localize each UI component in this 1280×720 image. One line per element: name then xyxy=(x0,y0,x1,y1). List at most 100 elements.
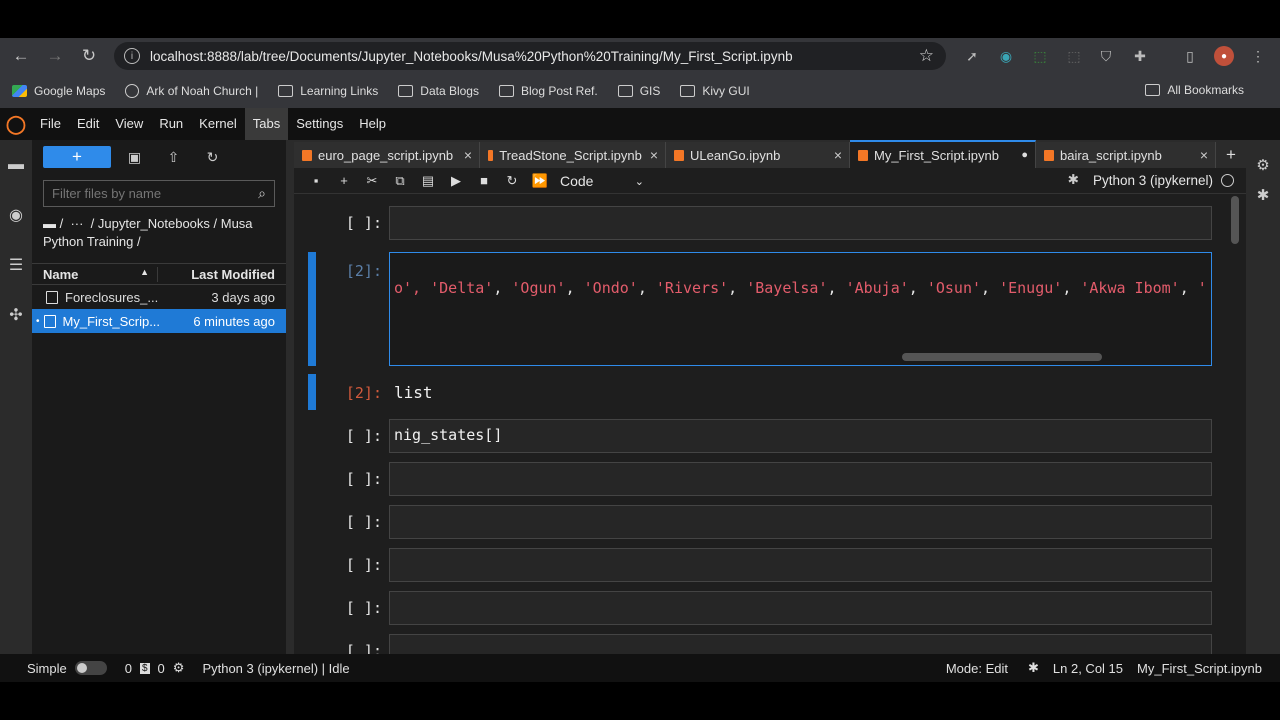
cell-editor[interactable] xyxy=(389,206,1212,240)
tab-my-first-script[interactable]: My_First_Script.ipynb ● xyxy=(850,140,1036,168)
cursor-icon[interactable]: ➚ xyxy=(962,46,982,66)
paste-icon[interactable]: ▤ xyxy=(414,173,442,189)
bookmark-learning-links[interactable]: Learning Links xyxy=(278,84,378,98)
extension-frame-icon[interactable]: ⬚ xyxy=(1030,46,1050,66)
tab-treadstone-script[interactable]: TreadStone_Script.ipynb × xyxy=(480,142,666,168)
refresh-icon[interactable]: ↻ xyxy=(193,149,232,166)
cell-editor[interactable] xyxy=(389,505,1212,539)
cursor-position[interactable]: Ln 2, Col 15 xyxy=(1053,661,1123,676)
new-tab-button[interactable]: + xyxy=(1216,142,1246,168)
extension-globe-icon[interactable]: ◉ xyxy=(996,46,1016,66)
bookmark-data-blogs[interactable]: Data Blogs xyxy=(398,84,479,98)
menu-help[interactable]: Help xyxy=(351,108,394,140)
fast-forward-icon[interactable]: ⏩ xyxy=(526,173,554,189)
breadcrumb[interactable]: ▬ / ··· / Jupyter_Notebooks / Musa Pytho… xyxy=(43,215,275,253)
menu-kernel[interactable]: Kernel xyxy=(191,108,245,140)
bookmark-blog-post-ref[interactable]: Blog Post Ref. xyxy=(498,84,598,98)
back-button[interactable]: ← xyxy=(4,39,38,73)
info-icon[interactable]: i xyxy=(124,48,140,64)
extension-grid-icon[interactable]: ⬚ xyxy=(1064,46,1084,66)
close-icon[interactable]: × xyxy=(650,147,658,163)
close-icon[interactable]: × xyxy=(834,147,842,163)
menu-edit[interactable]: Edit xyxy=(69,108,107,140)
scrollbar-thumb[interactable] xyxy=(1231,196,1239,244)
unsaved-dot-icon[interactable]: ● xyxy=(1021,149,1028,161)
code-cell[interactable]: [ ]: xyxy=(308,462,1212,496)
new-folder-icon[interactable]: ▣ xyxy=(115,149,154,166)
cell-editor[interactable] xyxy=(389,548,1212,582)
menu-tabs[interactable]: Tabs xyxy=(244,108,289,140)
code-cell[interactable]: [ ]: xyxy=(308,505,1212,539)
simple-mode-toggle[interactable] xyxy=(74,661,107,675)
menu-settings[interactable]: Settings xyxy=(288,108,351,140)
cell-editor[interactable] xyxy=(389,462,1212,496)
menu-run[interactable]: Run xyxy=(151,108,191,140)
forward-button[interactable]: → xyxy=(38,39,72,73)
sidepanel-icon[interactable]: ▯ xyxy=(1180,46,1200,66)
menu-view[interactable]: View xyxy=(107,108,151,140)
close-icon[interactable]: × xyxy=(1200,147,1208,163)
debugger-icon[interactable]: ✱ xyxy=(1246,187,1280,204)
address-bar[interactable]: i localhost:8888/lab/tree/Documents/Jupy… xyxy=(114,42,946,70)
tab-euro-page-script[interactable]: euro_page_script.ipynb × xyxy=(294,142,480,168)
restart-icon[interactable]: ↻ xyxy=(498,173,526,189)
bookmark-star-icon[interactable]: ☆ xyxy=(919,46,934,66)
cell-editor[interactable] xyxy=(389,634,1212,654)
add-cell-icon[interactable]: + xyxy=(330,173,358,188)
all-bookmarks[interactable]: All Bookmarks xyxy=(1145,83,1244,97)
menu-kebab-icon[interactable]: ⋮ xyxy=(1248,46,1268,66)
bookmark-ark-of-noah[interactable]: Ark of Noah Church | xyxy=(125,84,258,98)
puzzle-icon[interactable]: ✚ xyxy=(1130,46,1150,66)
folder-icon xyxy=(617,85,633,97)
copy-icon[interactable]: ⧉ xyxy=(386,173,414,189)
reload-button[interactable]: ↻ xyxy=(72,39,106,73)
kernel-gear-icon[interactable]: ⚙ xyxy=(173,660,185,676)
code-cell[interactable]: [ ]: nig_states[] xyxy=(308,419,1212,453)
avatar[interactable]: ● xyxy=(1214,46,1234,66)
file-filter-input[interactable] xyxy=(52,186,259,201)
cell-editor[interactable]: nig_states[] xyxy=(389,419,1212,453)
menu-file[interactable]: File xyxy=(32,108,69,140)
cell-type-select[interactable]: Code ⌄ xyxy=(560,173,644,189)
shield-icon[interactable]: ⛉ xyxy=(1096,46,1116,66)
bookmark-kivy-gui[interactable]: Kivy GUI xyxy=(680,84,750,98)
run-icon[interactable]: ▶ xyxy=(442,173,470,189)
stop-icon[interactable]: ■ xyxy=(470,173,498,188)
file-filter[interactable]: ⌕ xyxy=(43,180,275,207)
code-cell-selected[interactable]: [2]: o', 'Delta', 'Ogun', 'Ondo', 'River… xyxy=(308,252,1212,366)
tab-baira-script[interactable]: baira_script.ipynb × xyxy=(1036,142,1216,168)
running-icon[interactable]: ◉ xyxy=(0,190,32,240)
property-inspector-icon[interactable]: ⚙ xyxy=(1246,140,1280,190)
vertical-scrollbar[interactable] xyxy=(1230,196,1240,636)
file-row[interactable]: Foreclosures_... 3 days ago xyxy=(32,285,286,309)
panel-splitter[interactable] xyxy=(286,140,294,654)
extensions-icon[interactable]: ✣ xyxy=(0,290,32,340)
terminal-icon[interactable]: $ xyxy=(139,662,150,674)
cell-editor[interactable]: o', 'Delta', 'Ogun', 'Ondo', 'Rivers', '… xyxy=(389,252,1212,366)
column-last-modified[interactable]: Last Modified xyxy=(158,267,286,282)
folder-icon[interactable]: ▬ xyxy=(0,140,32,190)
tab-uleango[interactable]: ULeanGo.ipynb × xyxy=(666,142,850,168)
output-collapse-bar[interactable] xyxy=(308,374,316,410)
upload-icon[interactable]: ⇧ xyxy=(154,149,193,166)
horizontal-scrollbar[interactable] xyxy=(902,353,1102,361)
code-cell[interactable]: [ ]: xyxy=(308,591,1212,625)
bug-icon[interactable]: ✱ xyxy=(1028,660,1039,676)
code-cell[interactable]: [ ]: xyxy=(308,206,1212,242)
code-cell[interactable]: [ ]: xyxy=(308,548,1212,582)
new-launcher-button[interactable]: + xyxy=(43,146,111,168)
debugger-icon[interactable]: ✱ xyxy=(1068,172,1079,188)
cell-editor[interactable] xyxy=(389,591,1212,625)
code-cell[interactable]: [ ]: xyxy=(308,634,1212,654)
kernel-status-text[interactable]: Python 3 (ipykernel) | Idle xyxy=(202,661,349,676)
cut-icon[interactable]: ✂ xyxy=(358,173,386,189)
bookmark-google-maps[interactable]: Google Maps xyxy=(12,84,105,98)
toc-icon[interactable]: ☰ xyxy=(0,240,32,290)
close-icon[interactable]: × xyxy=(464,147,472,163)
kernel-indicator[interactable]: ✱ Python 3 (ipykernel) xyxy=(1068,172,1234,188)
notebook-icon xyxy=(302,149,312,161)
bookmark-gis[interactable]: GIS xyxy=(617,84,660,98)
file-row[interactable]: • My_First_Scrip... 6 minutes ago xyxy=(32,309,286,333)
column-name[interactable]: Name ▲ xyxy=(32,266,158,282)
save-icon[interactable]: ▪ xyxy=(302,173,330,188)
